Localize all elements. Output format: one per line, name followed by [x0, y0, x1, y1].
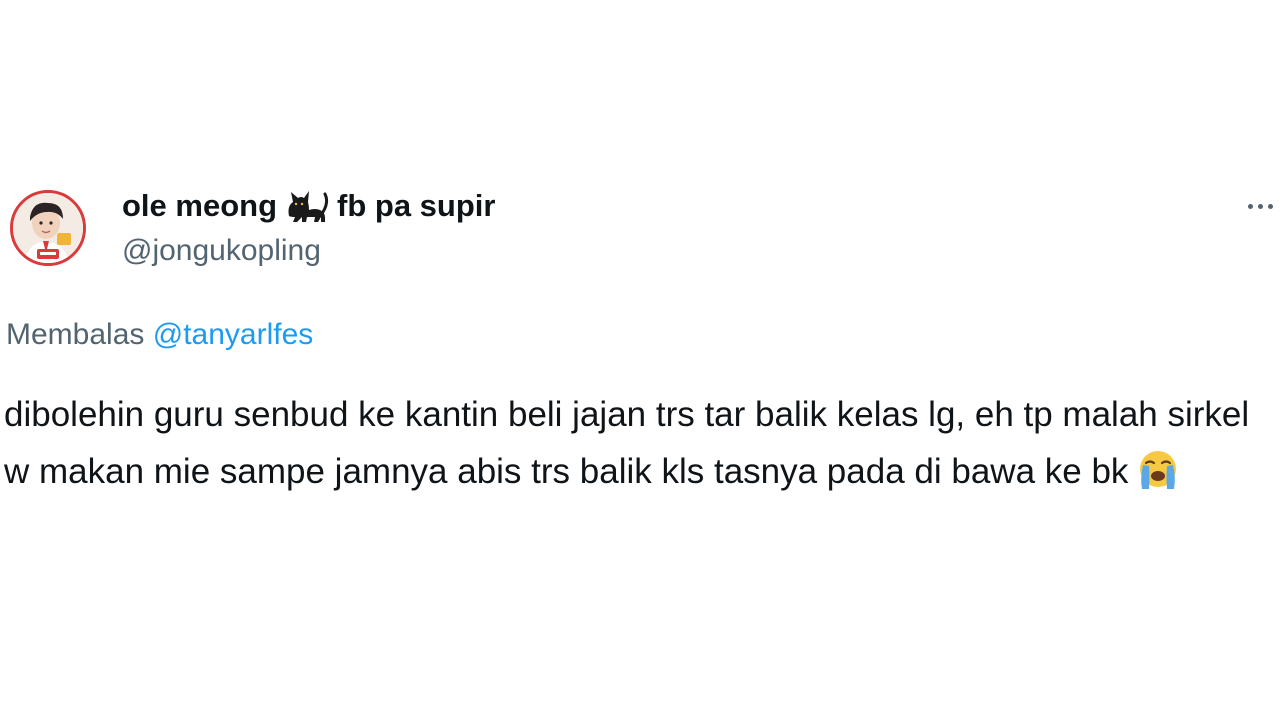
loudly-crying-face-icon	[1140, 451, 1177, 489]
tweet-card: ole meong fb pa supir @jongukopling Memb…	[0, 0, 1280, 720]
display-name-suffix: fb pa supir	[337, 188, 496, 223]
dot	[1267, 203, 1273, 209]
tweet-text: dibolehin guru senbud ke kantin beli jaj…	[4, 386, 1278, 500]
reply-to-link[interactable]: @tanyarlfes	[153, 318, 314, 351]
reply-prefix: Membalas	[6, 318, 145, 351]
dot	[1247, 203, 1253, 209]
avatar-image	[13, 193, 83, 263]
dot	[1257, 203, 1263, 209]
user-handle[interactable]: @jongukopling	[122, 234, 321, 268]
display-name[interactable]: ole meong fb pa supir	[122, 186, 495, 226]
reply-context: Membalas @tanyarlfes	[6, 318, 313, 352]
display-name-text: ole meong	[122, 188, 278, 223]
avatar[interactable]	[10, 190, 86, 266]
tweet-text-body: dibolehin guru senbud ke kantin beli jaj…	[4, 395, 1250, 491]
black-cat-icon	[288, 191, 329, 222]
more-options-icon[interactable]	[1240, 190, 1280, 222]
